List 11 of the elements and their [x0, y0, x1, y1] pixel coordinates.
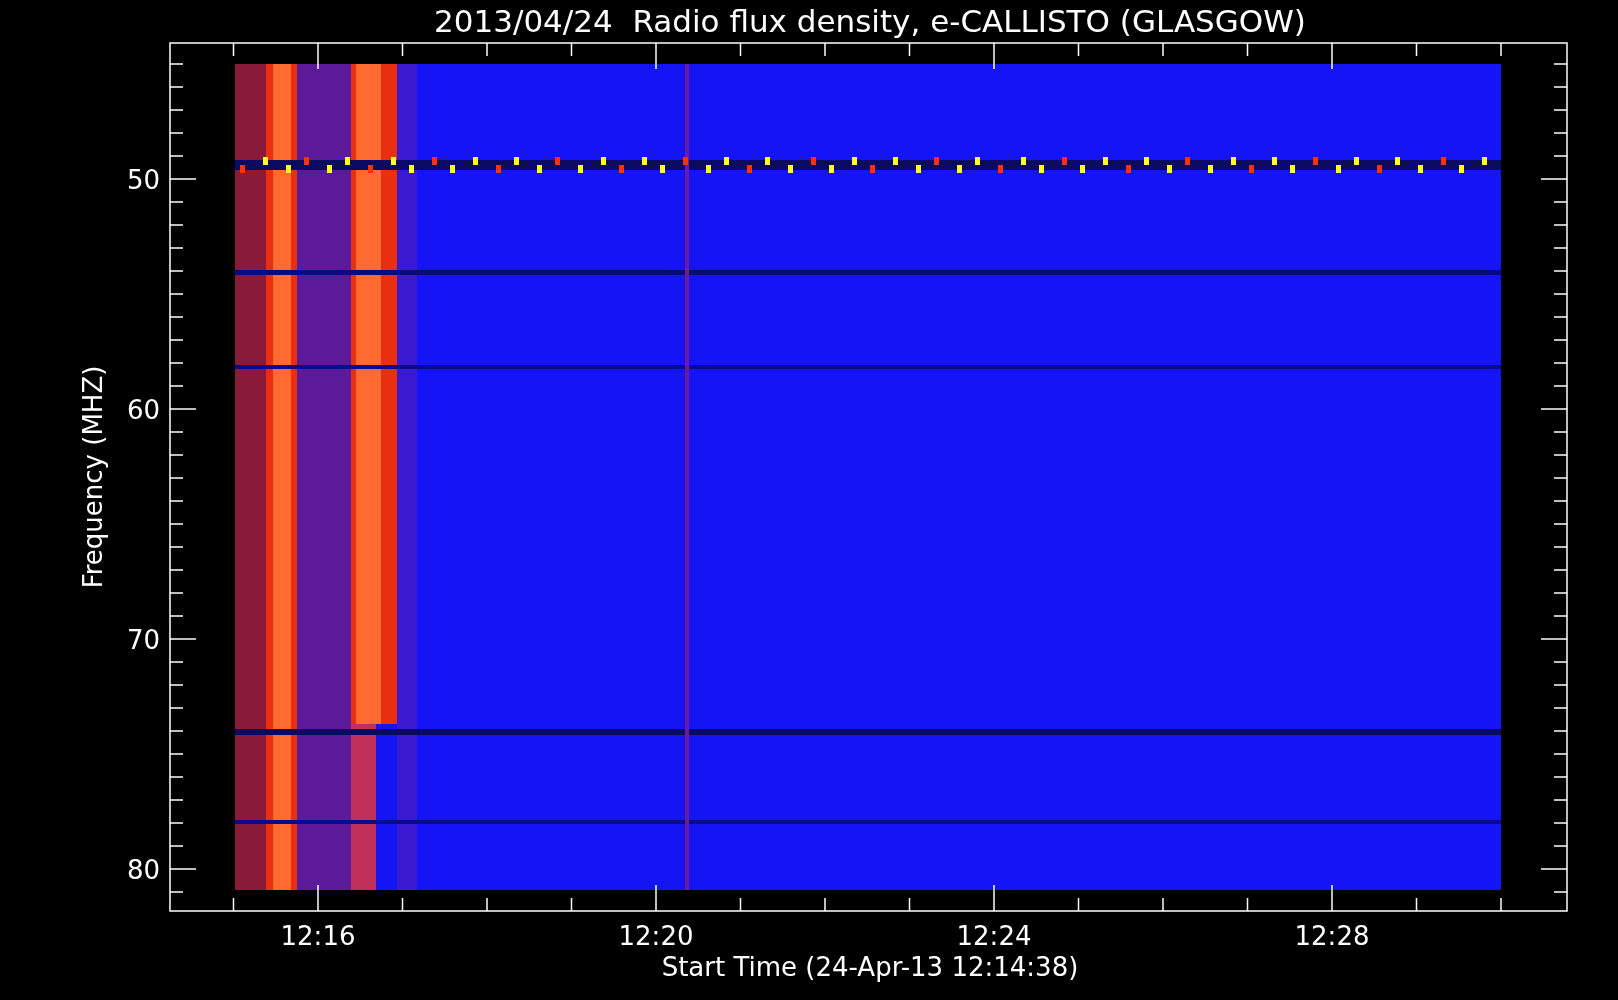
y-tick-label: 80 — [126, 855, 160, 885]
y-axis-title: Frequency (MHZ) — [78, 365, 108, 589]
x-tick-label: 12:28 — [1294, 921, 1370, 951]
x-tick-label: 12:16 — [280, 921, 356, 951]
chart-title: 2013/04/24 Radio flux density, e-CALLISTO (GLASGOW) — [434, 3, 1306, 39]
y-tick-label: 50 — [126, 165, 160, 195]
y-tick-label: 70 — [126, 625, 160, 655]
x-tick-label: 12:20 — [618, 921, 694, 951]
x-tick-label: 12:24 — [956, 921, 1032, 951]
x-axis-title: Start Time (24-Apr-13 12:14:38) — [661, 952, 1079, 982]
y-tick-label: 60 — [126, 395, 160, 425]
